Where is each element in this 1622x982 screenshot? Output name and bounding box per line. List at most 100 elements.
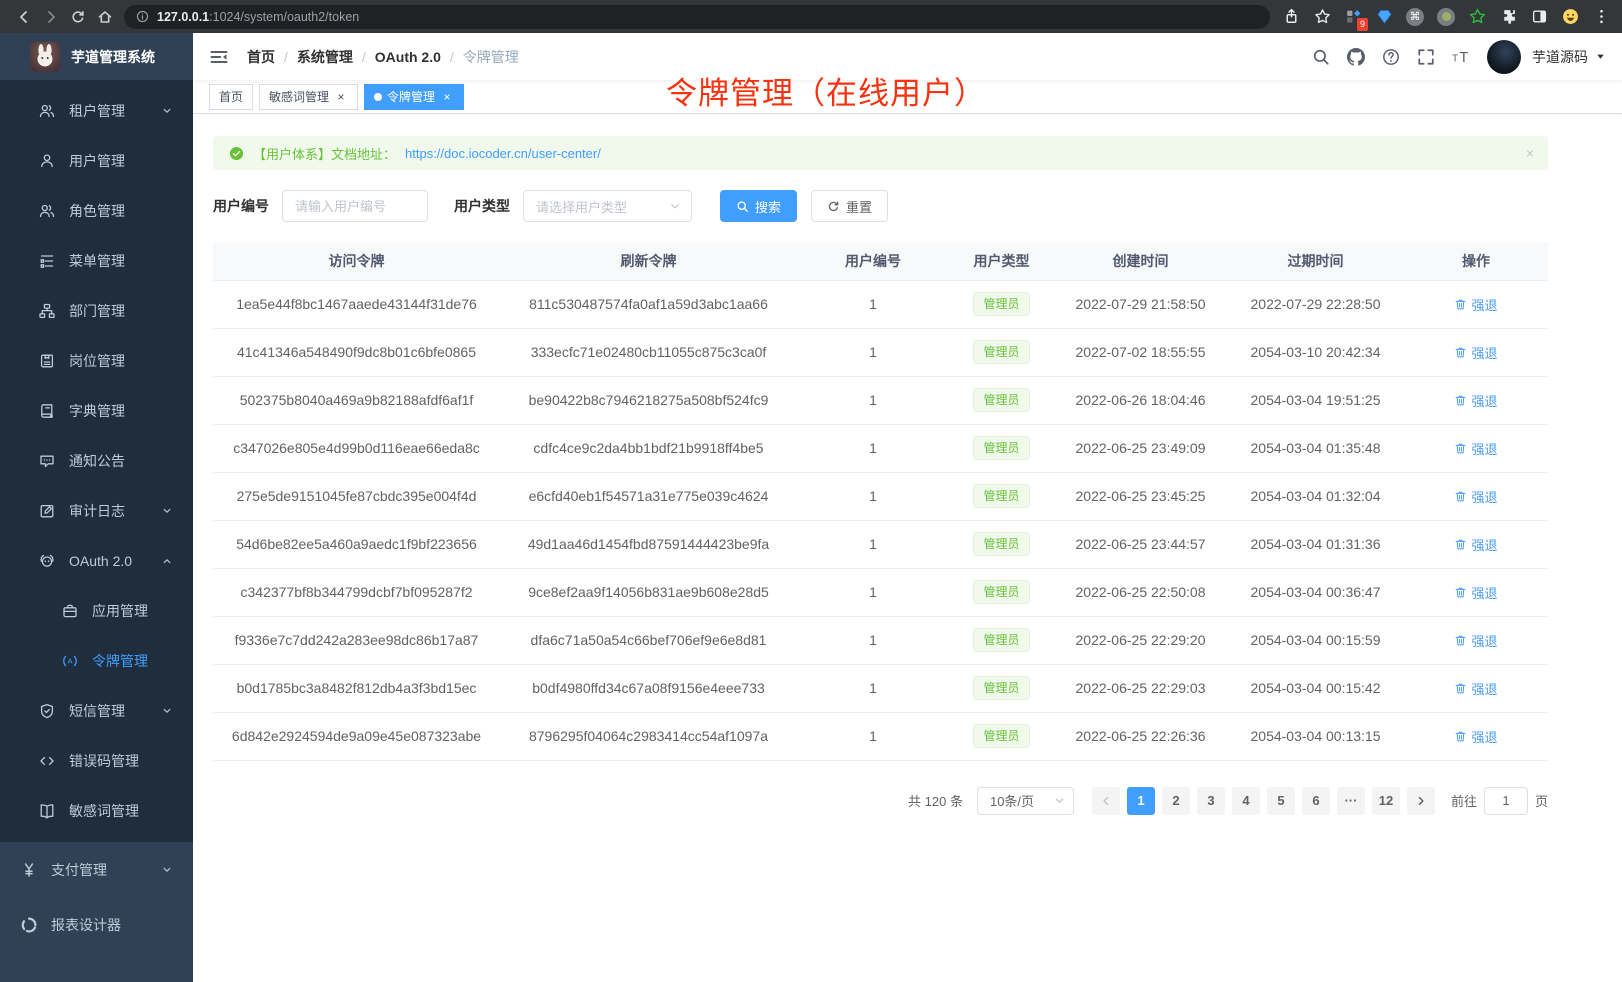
- robot-icon: [39, 553, 55, 569]
- font-size-icon[interactable]: TT: [1452, 48, 1470, 66]
- side-panel-icon[interactable]: [1528, 6, 1550, 28]
- page-button-6[interactable]: 6: [1302, 787, 1330, 815]
- reload-icon[interactable]: [64, 3, 91, 30]
- user-avatar[interactable]: [1487, 40, 1521, 74]
- sidebar-item-oauth2-token[interactable]: A令牌管理: [0, 636, 193, 686]
- page-ellipsis[interactable]: ···: [1337, 787, 1365, 815]
- sidebar-item-dict[interactable]: 字典管理: [0, 386, 193, 436]
- refresh-token-cell: e6cfd40eb1f54571a31e775e039c4624: [500, 472, 797, 520]
- prev-page-button[interactable]: [1092, 787, 1120, 815]
- sidebar-item-label: 短信管理: [69, 701, 125, 721]
- record-icon[interactable]: [1435, 6, 1457, 28]
- force-logout-button[interactable]: 强退: [1454, 727, 1497, 746]
- app-logo[interactable]: 芋道管理系统: [0, 33, 193, 80]
- close-icon[interactable]: ×: [334, 90, 348, 104]
- bookmark-star-icon[interactable]: [1311, 6, 1333, 28]
- home-icon[interactable]: [91, 3, 118, 30]
- alert-close-icon[interactable]: ×: [1526, 145, 1534, 161]
- refresh-token-cell: 49d1aa46d1454fbd87591444423be9fa: [500, 520, 797, 568]
- goto-page-input[interactable]: [1484, 787, 1528, 815]
- breadcrumb-system[interactable]: 系统管理: [297, 47, 353, 67]
- site-info-icon[interactable]: [136, 10, 149, 23]
- page-button-12[interactable]: 12: [1372, 787, 1400, 815]
- force-logout-button[interactable]: 强退: [1454, 439, 1497, 458]
- refresh-token-cell: 333ecfc71e02480cb11055c875c3ca0f: [500, 328, 797, 376]
- force-logout-button[interactable]: 强退: [1454, 295, 1497, 314]
- user-id-input[interactable]: [282, 190, 428, 222]
- browser-menu-icon[interactable]: [1590, 6, 1612, 28]
- user-type-select[interactable]: 请选择用户类型: [523, 190, 692, 222]
- action-cell: 强退: [1404, 472, 1548, 520]
- user-type-badge: 管理员: [973, 628, 1029, 652]
- access-token-cell: 6d842e2924594de9a09e45e087323abe: [213, 712, 500, 760]
- force-logout-button[interactable]: 强退: [1454, 583, 1497, 602]
- address-bar[interactable]: 127.0.0.1:1024/system/oauth2/token: [124, 5, 1270, 29]
- page-button-5[interactable]: 5: [1267, 787, 1295, 815]
- force-logout-button[interactable]: 强退: [1454, 487, 1497, 506]
- back-icon[interactable]: [10, 3, 37, 30]
- page-button-1[interactable]: 1: [1127, 787, 1155, 815]
- sidebar-toggle-icon[interactable]: [209, 47, 229, 67]
- force-logout-button[interactable]: 强退: [1454, 631, 1497, 650]
- user-type-badge: 管理员: [973, 676, 1029, 700]
- create-time-cell: 2022-07-29 21:58:50: [1054, 280, 1227, 328]
- user-id-cell: 1: [797, 664, 949, 712]
- reset-button[interactable]: 重置: [811, 190, 888, 222]
- tags-view-item[interactable]: 首页: [209, 84, 253, 110]
- sidebar-item-sensitive-word[interactable]: 敏感词管理: [0, 786, 193, 836]
- action-cell: 强退: [1404, 280, 1548, 328]
- breadcrumb-separator: /: [284, 49, 288, 65]
- action-cell: 强退: [1404, 424, 1548, 472]
- page-button-2[interactable]: 2: [1162, 787, 1190, 815]
- action-cell: 强退: [1404, 664, 1548, 712]
- gem-icon[interactable]: [1373, 6, 1395, 28]
- sidebar-item-tenant[interactable]: 租户管理: [0, 86, 193, 136]
- share-icon[interactable]: [1280, 6, 1302, 28]
- sidebar-item-oauth2[interactable]: OAuth 2.0: [0, 536, 193, 586]
- sidebar-item-dept[interactable]: 部门管理: [0, 286, 193, 336]
- sidebar-item-user[interactable]: 用户管理: [0, 136, 193, 186]
- username[interactable]: 芋道源码: [1532, 47, 1588, 67]
- force-logout-button[interactable]: 强退: [1454, 343, 1497, 362]
- sidebar-item-notice[interactable]: 通知公告: [0, 436, 193, 486]
- close-icon[interactable]: ×: [440, 90, 454, 104]
- alert-doc-link[interactable]: https://doc.iocoder.cn/user-center/: [405, 146, 601, 161]
- breadcrumb-oauth2[interactable]: OAuth 2.0: [375, 49, 441, 65]
- extension-with-badge-icon[interactable]: 9: [1342, 6, 1364, 28]
- github-icon[interactable]: [1347, 48, 1365, 66]
- fullscreen-icon[interactable]: [1417, 48, 1435, 66]
- green-star-icon[interactable]: [1466, 6, 1488, 28]
- sidebar-item-report-designer[interactable]: 报表设计器: [0, 897, 193, 952]
- force-logout-button[interactable]: 强退: [1454, 679, 1497, 698]
- search-button[interactable]: 搜索: [720, 190, 797, 222]
- tags-view-item[interactable]: 令牌管理×: [364, 84, 464, 110]
- tags-view-item[interactable]: 敏感词管理×: [259, 84, 358, 110]
- sidebar-item-label: 错误码管理: [69, 751, 139, 771]
- force-logout-button[interactable]: 强退: [1454, 391, 1497, 410]
- sidebar: 芋道管理系统 租户管理用户管理角色管理菜单管理部门管理岗位管理字典管理通知公告审…: [0, 33, 193, 982]
- refresh-token-cell: cdfc4ce9c2da4bb1bdf21b9918ff4be5: [500, 424, 797, 472]
- refresh-token-cell: 8796295f04064c2983414cc54af1097a: [500, 712, 797, 760]
- profile-avatar-icon[interactable]: [1559, 6, 1581, 28]
- page-button-3[interactable]: 3: [1197, 787, 1225, 815]
- sidebar-item-post[interactable]: 岗位管理: [0, 336, 193, 386]
- sidebar-item-audit-log[interactable]: 审计日志: [0, 486, 193, 536]
- page-size-select[interactable]: 10条/页: [977, 787, 1074, 815]
- sidebar-item-role[interactable]: 角色管理: [0, 186, 193, 236]
- puzzle-icon[interactable]: [1497, 6, 1519, 28]
- user-menu-caret-icon[interactable]: [1595, 51, 1606, 62]
- table-row: 54d6be82ee5a460a9aedc1f9bf22365649d1aa46…: [213, 520, 1548, 568]
- sidebar-item-menu[interactable]: 菜单管理: [0, 236, 193, 286]
- force-logout-button[interactable]: 强退: [1454, 535, 1497, 554]
- breadcrumb-home[interactable]: 首页: [247, 47, 275, 67]
- sidebar-item-oauth2-app[interactable]: 应用管理: [0, 586, 193, 636]
- forward-icon[interactable]: [37, 3, 64, 30]
- sidebar-item-pay[interactable]: 支付管理: [0, 842, 193, 897]
- sidebar-item-sms[interactable]: 短信管理: [0, 686, 193, 736]
- help-icon[interactable]: [1382, 48, 1400, 66]
- search-icon[interactable]: [1312, 48, 1330, 66]
- sidebar-item-error-code[interactable]: 错误码管理: [0, 736, 193, 786]
- page-button-4[interactable]: 4: [1232, 787, 1260, 815]
- command-icon[interactable]: ⌘: [1404, 6, 1426, 28]
- next-page-button[interactable]: [1407, 787, 1435, 815]
